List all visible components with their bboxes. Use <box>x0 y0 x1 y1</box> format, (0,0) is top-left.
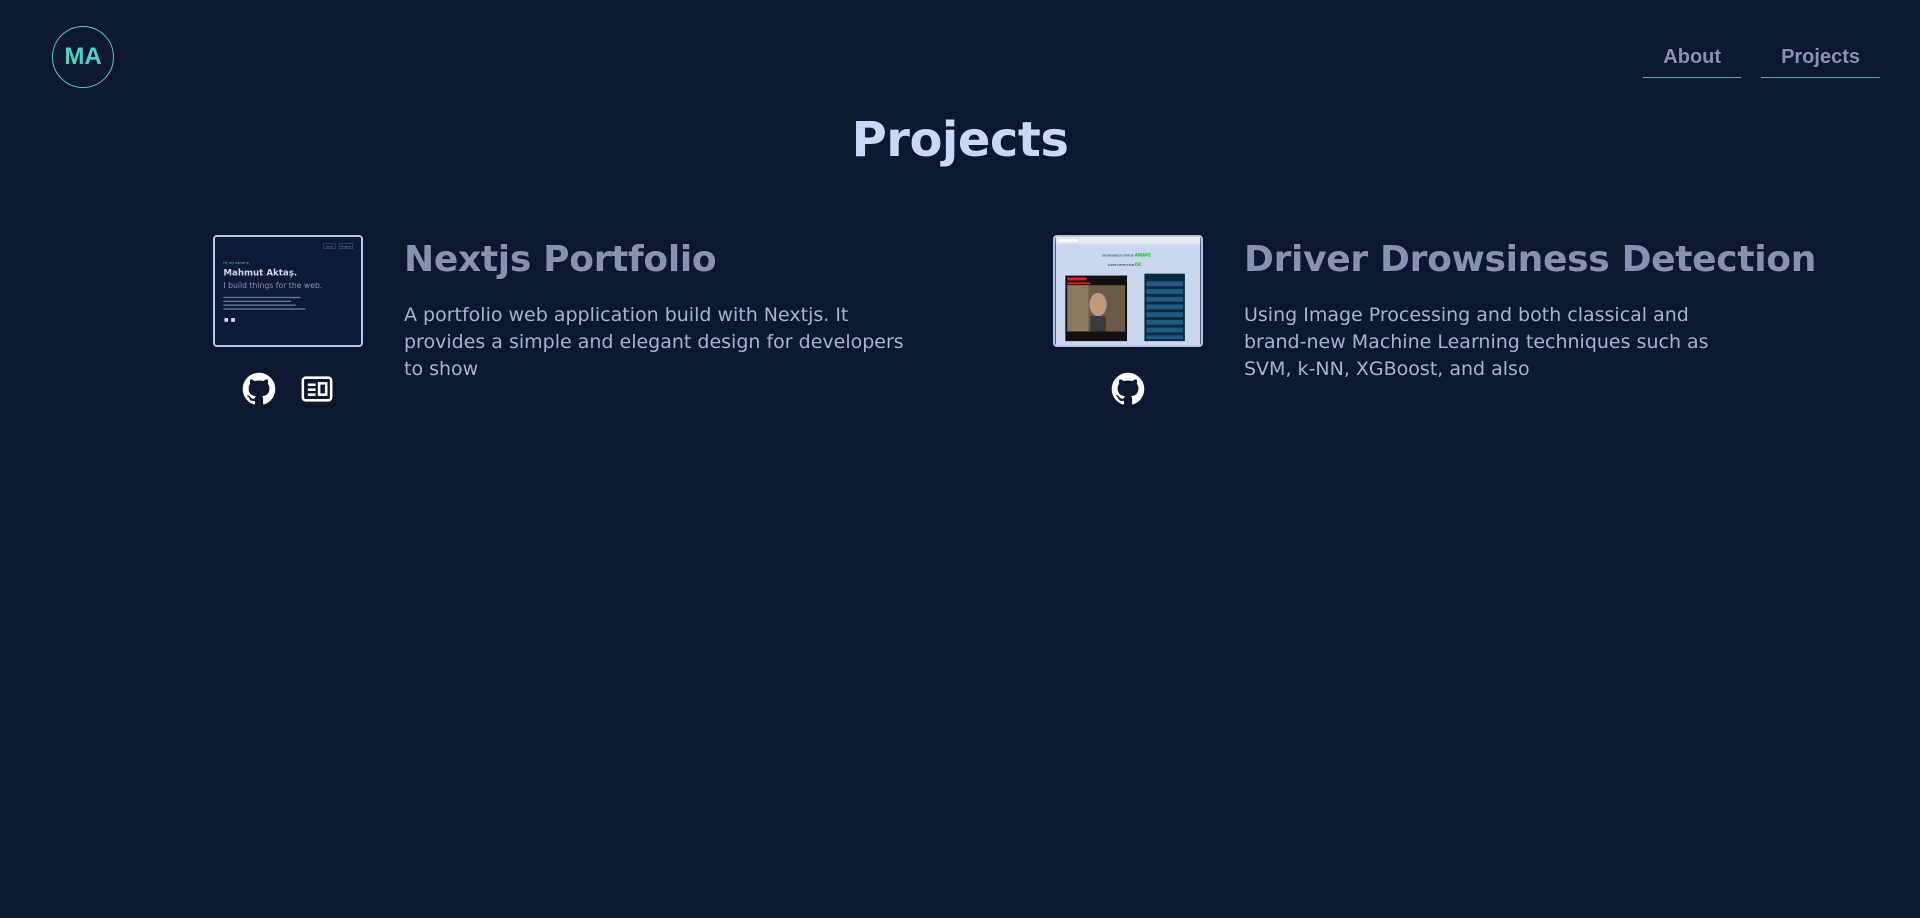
thumb-nav-projects: Projects <box>341 245 352 249</box>
project-title[interactable]: Nextjs Portfolio <box>404 239 914 280</box>
page-title: Projects <box>851 112 1069 168</box>
project-links <box>1110 371 1146 407</box>
project-text: Driver Drowsiness Detection Using Image … <box>1244 235 1816 407</box>
project-card: About Projects Hi, my name is Mahmut Akt… <box>212 235 914 407</box>
thumb-name: Mahmut Aktaş. <box>223 269 297 279</box>
project-links <box>241 371 335 407</box>
article-icon[interactable] <box>299 371 335 407</box>
thumb-tagline: I build things for the web. <box>223 281 322 290</box>
drowsiness-screenshot: DROWSINESS STATUS: AWAKE SLEEP DETECTION… <box>1055 237 1201 345</box>
thumb-nav-about: About <box>326 245 333 249</box>
project-description: Using Image Processing and both classica… <box>1244 304 1709 380</box>
github-icon[interactable] <box>241 371 277 407</box>
project-thumbnail[interactable]: About Projects Hi, my name is Mahmut Akt… <box>213 235 363 347</box>
project-thumbnail[interactable]: DROWSINESS STATUS: AWAKE SLEEP DETECTION… <box>1053 235 1203 347</box>
project-card: DROWSINESS STATUS: AWAKE SLEEP DETECTION… <box>1052 235 1816 407</box>
logo-text: MA <box>64 43 102 70</box>
thumb-sleep-value: OK <box>1135 262 1142 267</box>
project-title[interactable]: Driver Drowsiness Detection <box>1244 239 1816 280</box>
thumb-status-value: AWAKE <box>1135 252 1151 257</box>
thumb-sleep-label: SLEEP DETECTION: <box>1108 263 1135 267</box>
github-icon[interactable] <box>1110 371 1146 407</box>
logo[interactable]: MA <box>52 26 114 88</box>
project-description: A portfolio web application build with N… <box>404 304 904 380</box>
nav-about[interactable]: About <box>1643 42 1742 78</box>
top-nav: About Projects <box>1643 42 1880 78</box>
thumb-intro: Hi, my name is <box>223 261 248 265</box>
nav-projects[interactable]: Projects <box>1761 42 1880 78</box>
thumb-status-label: DROWSINESS STATUS: <box>1102 253 1134 257</box>
project-media: DROWSINESS STATUS: AWAKE SLEEP DETECTION… <box>1052 235 1204 407</box>
portfolio-screenshot: About Projects Hi, my name is Mahmut Akt… <box>215 237 361 345</box>
project-media: About Projects Hi, my name is Mahmut Akt… <box>212 235 364 407</box>
project-text: Nextjs Portfolio A portfolio web applica… <box>404 235 914 407</box>
